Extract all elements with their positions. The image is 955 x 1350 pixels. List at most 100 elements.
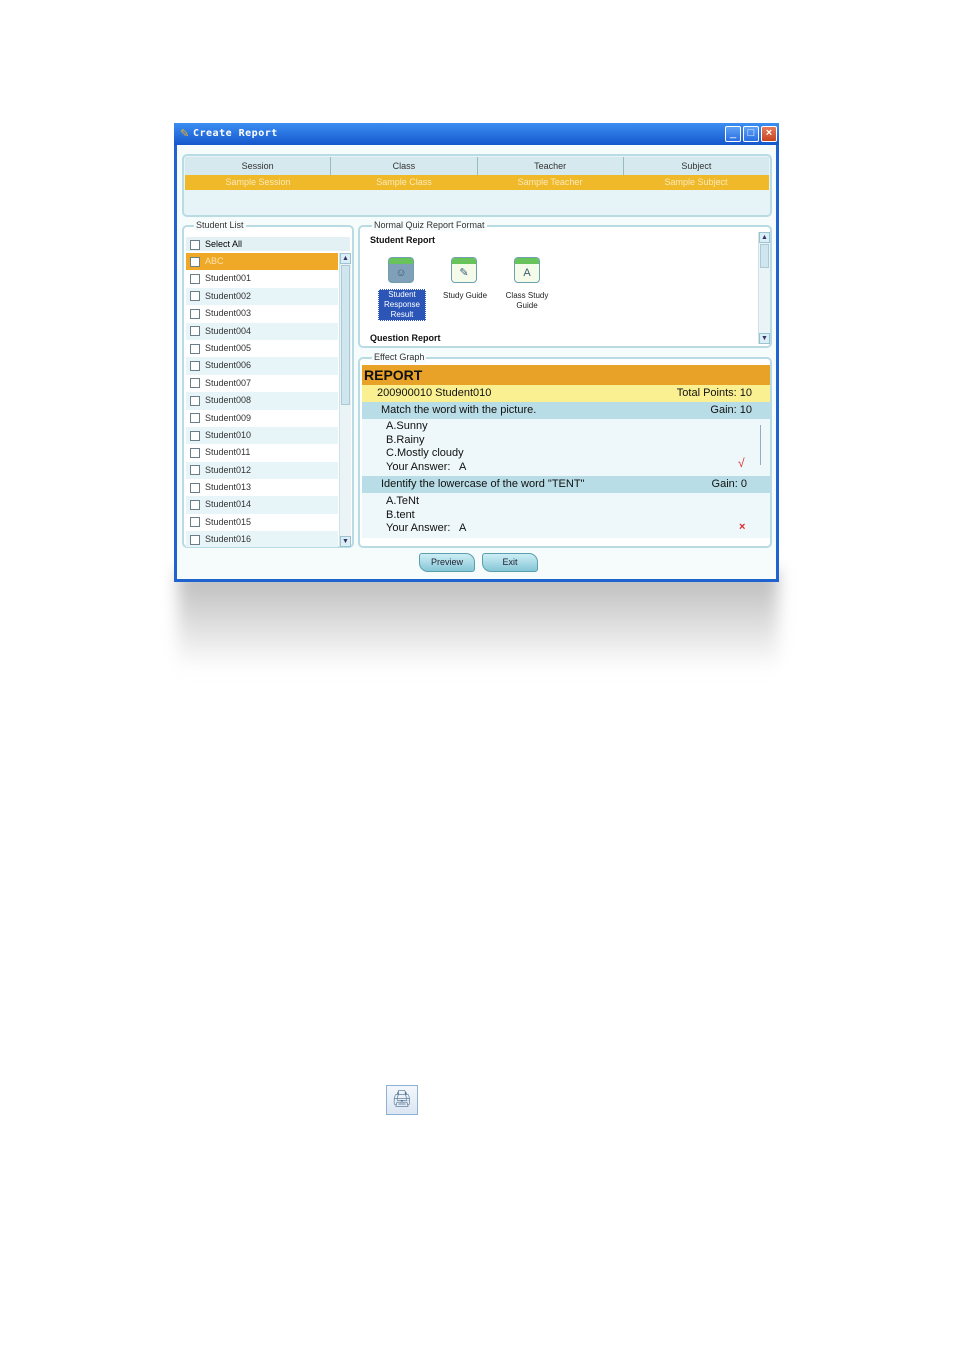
student-row[interactable]: Student016 — [186, 531, 338, 547]
scroll-up-arrow[interactable]: ▲ — [759, 232, 770, 243]
student-name: Student013 — [205, 482, 252, 493]
student-row[interactable]: Student005 — [186, 340, 338, 357]
student-row[interactable]: Student013 — [186, 479, 338, 496]
correct-check-icon: √ — [738, 456, 745, 470]
option-label-line: Class Study — [505, 291, 549, 300]
student-report-heading: Student Report — [370, 235, 435, 245]
student-response-result-option[interactable]: Student Response Result — [378, 289, 426, 321]
student-checkbox[interactable] — [190, 517, 200, 528]
student-name: Student005 — [205, 342, 252, 353]
study-guide-icon[interactable]: ✎ — [451, 257, 477, 283]
student-name: Student012 — [205, 464, 252, 475]
student-list-legend: Student List — [194, 220, 246, 231]
class-study-guide-option[interactable]: Class Study Guide — [500, 291, 554, 311]
student-checkbox[interactable] — [190, 343, 200, 354]
effect-graph-legend: Effect Graph — [372, 352, 427, 363]
scroll-down-arrow[interactable]: ▼ — [759, 333, 770, 344]
student-checkbox[interactable] — [190, 308, 200, 319]
window-title: Create Report — [193, 128, 278, 139]
student-row[interactable]: ABC — [186, 253, 338, 271]
question-row: Match the word with the picture. Gain: 1… — [362, 402, 770, 419]
student-row[interactable]: Student009 — [186, 410, 338, 427]
exit-button[interactable]: Exit — [482, 553, 538, 572]
maximize-button[interactable]: □ — [743, 126, 759, 142]
title-bar[interactable]: ✎ Create Report _ □ × — [174, 123, 779, 145]
session-info-panel: Session Class Teacher Subject Sample Ses… — [182, 154, 772, 217]
select-all-checkbox[interactable] — [190, 239, 200, 250]
header-class: Class — [331, 157, 478, 175]
student-name: Student004 — [205, 325, 252, 336]
class-study-guide-icon[interactable]: A — [514, 257, 540, 283]
option-label-line: Study Guide — [442, 291, 488, 300]
student-checkbox[interactable] — [190, 274, 200, 285]
student-list-scrollbar[interactable]: ▲ ▼ — [339, 253, 351, 547]
student-row[interactable]: Student007 — [186, 375, 338, 392]
question-report-heading: Question Report — [370, 333, 441, 343]
create-report-window: ✎ Create Report _ □ × Session Class Teac… — [174, 123, 779, 582]
student-row[interactable]: Student006 — [186, 357, 338, 375]
student-id-name: 200900010 Student010 — [377, 387, 492, 399]
student-name: Student011 — [205, 447, 251, 458]
question-text: Match the word with the picture. — [381, 404, 537, 416]
question-row: Identify the lowercase of the word "TENT… — [362, 476, 770, 493]
preview-button[interactable]: Preview — [419, 553, 475, 572]
student-row[interactable]: Student003 — [186, 305, 338, 322]
value-class: Sample Class — [376, 177, 432, 187]
answer-option: A.Sunny — [386, 420, 428, 432]
student-row[interactable]: Student015 — [186, 514, 338, 531]
printer-icon[interactable]: 🖨 — [386, 1085, 418, 1115]
scroll-up-arrow[interactable]: ▲ — [340, 253, 351, 264]
minimize-button[interactable]: _ — [725, 126, 741, 142]
student-row[interactable]: Student002 — [186, 287, 338, 306]
student-response-icon[interactable]: ☺ — [388, 257, 414, 283]
answer-option: A.TeNt — [386, 495, 420, 507]
student-checkbox[interactable] — [190, 360, 200, 371]
student-row[interactable]: Student001 — [186, 270, 338, 287]
student-checkbox[interactable] — [190, 534, 200, 545]
study-guide-option[interactable]: Study Guide — [438, 291, 492, 301]
student-checkbox[interactable] — [190, 430, 200, 441]
student-row[interactable]: Student012 — [186, 461, 338, 480]
wrong-cross-icon: × — [739, 521, 746, 533]
effect-scroll-indicator[interactable] — [760, 425, 765, 465]
student-name: Student008 — [205, 395, 252, 406]
scroll-thumb[interactable] — [341, 265, 350, 405]
student-checkbox[interactable] — [190, 500, 200, 511]
student-checkbox[interactable] — [190, 326, 200, 337]
student-row[interactable]: Student011 — [186, 444, 338, 461]
select-all-label: Select All — [205, 239, 243, 249]
student-rows: ABC Student001 Student002 Student003 Student… — [186, 253, 338, 547]
answer-block: A.TeNt B.tent Your Answer: A × — [362, 493, 770, 538]
student-name: ABC — [205, 256, 224, 266]
student-checkbox[interactable] — [190, 291, 200, 302]
report-header: REPORT — [362, 365, 770, 385]
value-session: Sample Session — [225, 177, 291, 187]
answer-lines: A.Sunny B.Rainy C.Mostly cloudy Your Ans… — [386, 420, 466, 474]
student-checkbox[interactable] — [190, 256, 200, 267]
close-button[interactable]: × — [761, 126, 777, 142]
student-list-panel: Student List Select All ABC Student001 Stu… — [182, 220, 354, 548]
select-all-row[interactable]: Select All — [186, 237, 350, 251]
header-session: Session — [185, 157, 332, 175]
student-row[interactable]: Student014 — [186, 496, 338, 514]
scroll-thumb[interactable] — [760, 244, 769, 268]
student-checkbox[interactable] — [190, 395, 200, 406]
student-checkbox[interactable] — [190, 465, 200, 476]
total-points: Total Points: 10 — [676, 387, 752, 399]
format-scrollbar[interactable]: ▲ ▼ — [758, 232, 770, 344]
student-checkbox[interactable] — [190, 447, 200, 458]
student-summary-row: 200900010 Student010 Total Points: 10 — [362, 385, 770, 402]
question-text: Identify the lowercase of the word "TENT… — [381, 478, 585, 490]
student-row[interactable]: Student010 — [186, 426, 338, 445]
info-value-row[interactable]: Sample Session Sample Class Sample Teach… — [185, 175, 769, 190]
student-row[interactable]: Student004 — [186, 322, 338, 340]
student-checkbox[interactable] — [190, 378, 200, 389]
your-answer: Your Answer: A — [386, 460, 467, 473]
student-name: Student006 — [205, 360, 252, 371]
scroll-down-arrow[interactable]: ▼ — [340, 536, 351, 547]
student-row[interactable]: Student008 — [186, 392, 338, 410]
student-name: Student001 — [205, 273, 252, 284]
student-checkbox[interactable] — [190, 482, 200, 493]
value-subject: Sample Subject — [664, 177, 728, 187]
student-checkbox[interactable] — [190, 413, 200, 424]
